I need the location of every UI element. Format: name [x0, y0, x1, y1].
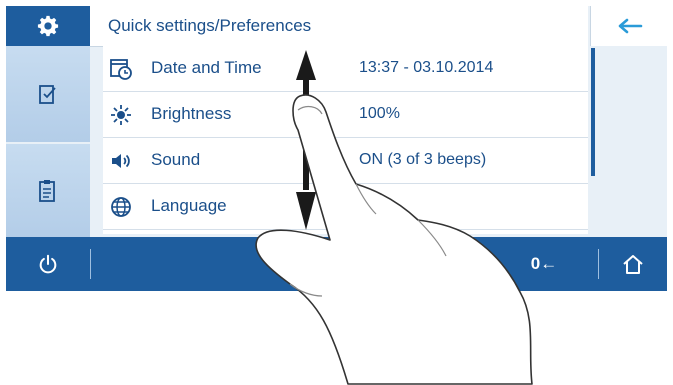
globe-icon — [109, 195, 133, 219]
touch-screen: Quick settings/Preferences Date and Time… — [6, 6, 667, 291]
gear-icon — [37, 15, 59, 37]
back-button[interactable] — [590, 6, 667, 46]
list-side-panel — [595, 47, 667, 237]
list-item-brightness[interactable]: Brightness 100% — [103, 92, 588, 138]
home-button[interactable] — [599, 237, 667, 291]
bottom-divider — [90, 249, 91, 279]
tare-button[interactable]: →1 — [306, 237, 366, 291]
clipboard-icon — [39, 180, 55, 202]
bottom-bar: →1 0← — [6, 237, 667, 291]
list-item-value: ON (3 of 3 beeps) — [359, 151, 487, 168]
power-icon — [39, 254, 57, 274]
list-item-date-time[interactable]: Date and Time 13:37 - 03.10.2014 — [103, 46, 588, 92]
list-item-label: Brightness — [151, 104, 232, 123]
speaker-icon — [109, 149, 133, 173]
list-item-value: 100% — [359, 105, 400, 122]
list-item-sound[interactable]: Sound ON (3 of 3 beeps) — [103, 138, 588, 184]
list-item-label: Sound — [151, 150, 201, 169]
home-icon — [623, 255, 643, 274]
list-item-label: Date and Time — [151, 58, 262, 77]
sidebar-item-clipboard[interactable] — [6, 144, 90, 238]
power-button[interactable] — [6, 237, 90, 291]
calendar-clock-icon — [109, 57, 133, 81]
list-item-label: Language — [151, 196, 227, 215]
page-title: Quick settings/Preferences — [108, 16, 312, 35]
zero-label: 0← — [530, 254, 558, 273]
document-icon — [39, 85, 56, 104]
zero-button[interactable]: 0← — [514, 237, 574, 291]
arrow-left-icon — [618, 18, 642, 34]
scrollbar[interactable] — [591, 48, 595, 176]
list-item-language[interactable]: Language — [103, 184, 588, 230]
settings-list[interactable]: Date and Time 13:37 - 03.10.2014 Brightn… — [103, 46, 588, 234]
sun-icon — [109, 103, 133, 127]
list-item-value: 13:37 - 03.10.2014 — [359, 59, 494, 76]
tare-label: →1 — [322, 254, 350, 273]
header-bar: Quick settings/Preferences — [90, 6, 588, 47]
settings-button[interactable] — [6, 6, 90, 46]
sidebar-item-document[interactable] — [6, 46, 90, 142]
